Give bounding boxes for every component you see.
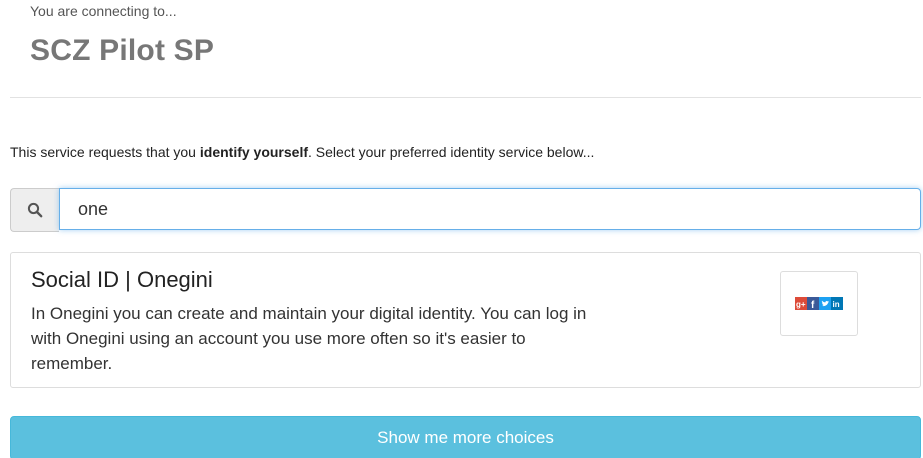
- search-input[interactable]: [59, 188, 921, 230]
- idp-result-item[interactable]: Social ID | Onegini In Onegini you can c…: [10, 252, 921, 388]
- intro-prefix: This service requests that you: [10, 144, 200, 160]
- idp-logo: g+ f in: [780, 271, 858, 336]
- intro-suffix: . Select your preferred identity service…: [308, 144, 595, 160]
- idp-discovery-page: You are connecting to... SCZ Pilot SP Th…: [0, 0, 923, 458]
- svg-text:in: in: [833, 300, 840, 309]
- twitter-icon: [819, 297, 831, 310]
- search-icon: [10, 188, 59, 232]
- intro-emphasis: identify yourself: [199, 144, 309, 160]
- facebook-icon: f: [807, 297, 819, 310]
- search-group: [10, 188, 921, 232]
- show-more-choices-button[interactable]: Show me more choices: [10, 416, 921, 458]
- intro-text: This service requests that you identify …: [10, 144, 594, 160]
- idp-description: In Onegini you can create and maintain y…: [31, 304, 587, 373]
- service-provider-title: SCZ Pilot SP: [30, 34, 215, 67]
- svg-text:g+: g+: [796, 300, 806, 309]
- linkedin-icon: in: [831, 297, 843, 310]
- idp-title: Social ID | Onegini: [31, 267, 213, 292]
- google-plus-icon: g+: [795, 297, 807, 310]
- header-divider: [10, 97, 921, 98]
- connecting-label: You are connecting to...: [30, 3, 177, 19]
- social-logos-icon: g+ f in: [795, 297, 843, 310]
